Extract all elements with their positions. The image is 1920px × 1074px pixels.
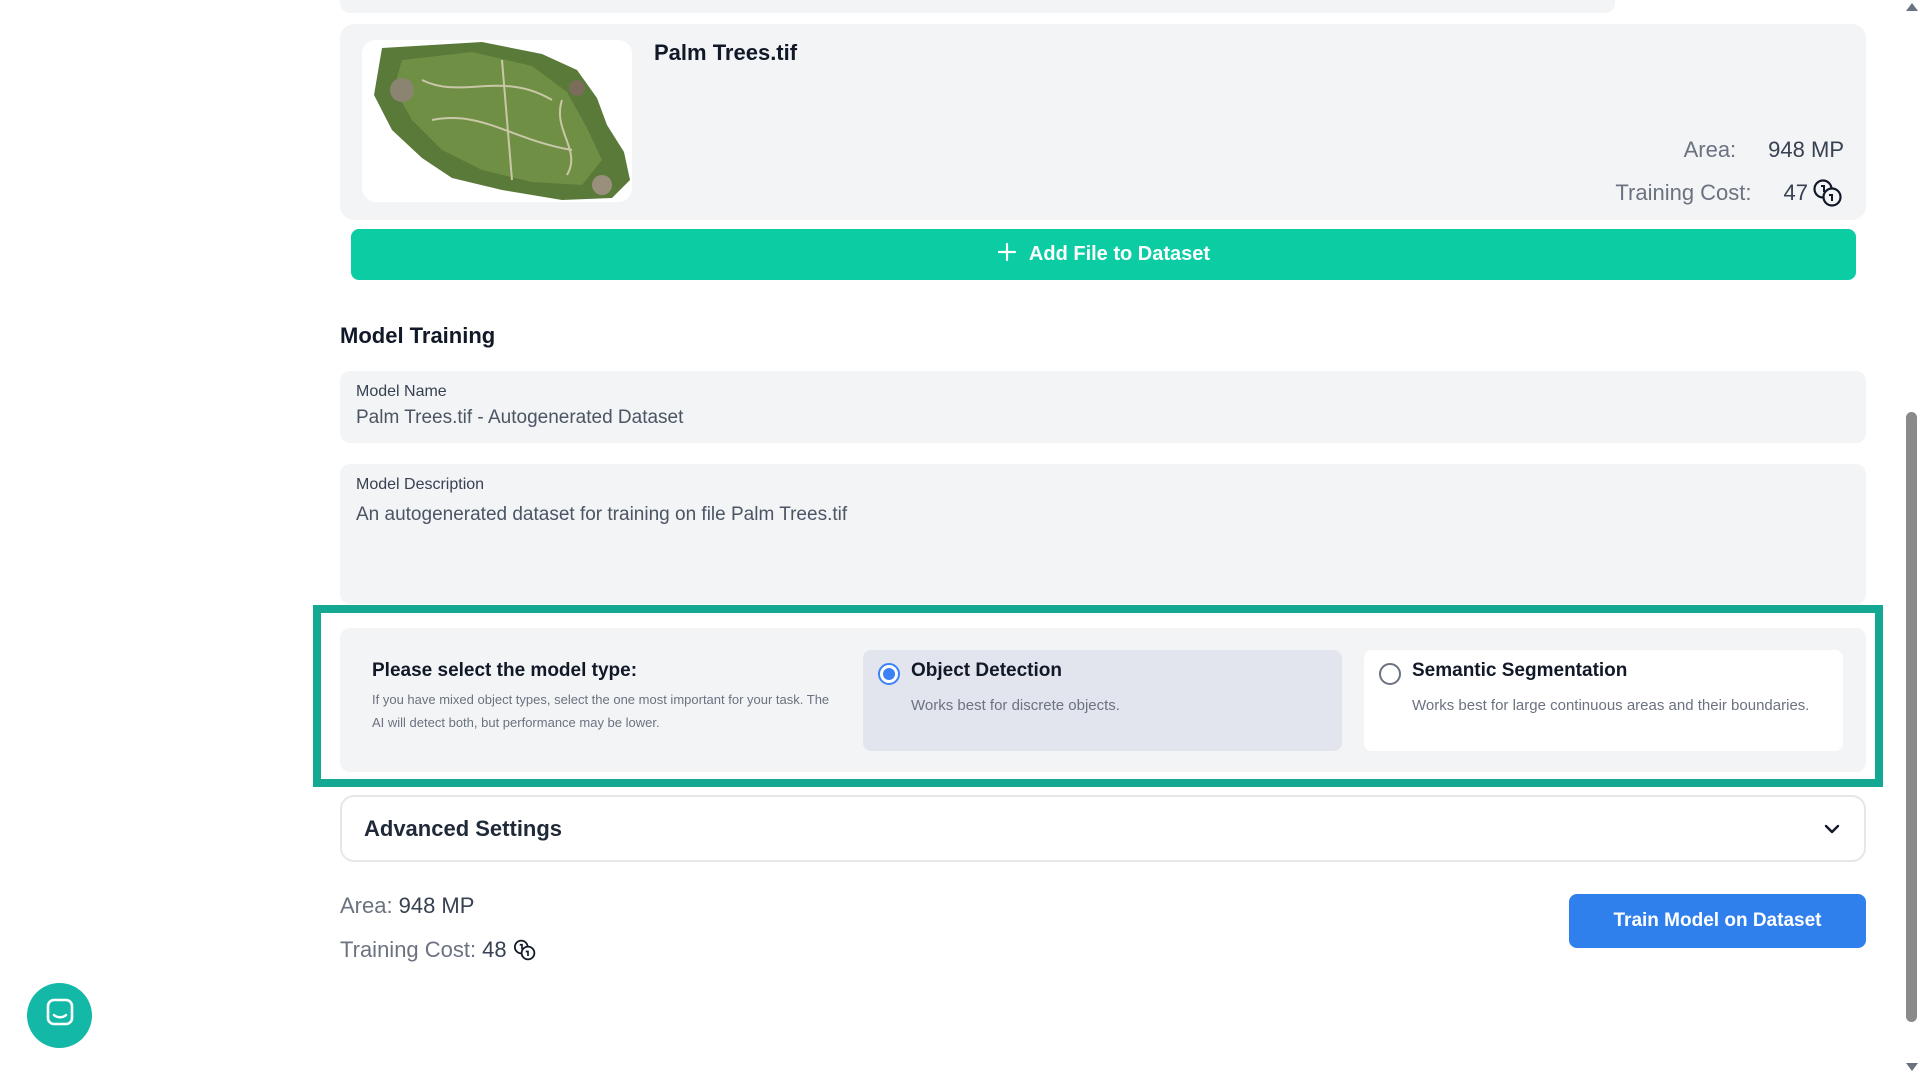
plus-icon [997, 242, 1017, 268]
advanced-settings-label: Advanced Settings [364, 815, 563, 841]
file-thumbnail [362, 40, 632, 202]
chevron-down-icon [1822, 819, 1842, 839]
summary-cost-row: Training Cost: 48 [340, 928, 537, 972]
training-summary: Area: 948 MP Training Cost: 48 [340, 884, 537, 972]
model-type-title: Please select the model type: [372, 660, 638, 681]
summary-cost-label: Training Cost: [340, 937, 477, 962]
train-model-button[interactable]: Train Model on Dataset [1569, 894, 1866, 948]
summary-cost-value: 48 [482, 937, 507, 962]
file-area-label: Area: [1683, 136, 1737, 162]
model-type-help: If you have mixed object types, select t… [372, 692, 830, 730]
add-file-to-dataset-button[interactable]: Add File to Dataset [351, 229, 1856, 280]
model-type-panel: Please select the model type: If you hav… [340, 628, 1866, 772]
option-semantic-segmentation[interactable]: Semantic Segmentation Works best for lar… [1364, 650, 1843, 751]
file-stats: Area: 948 MP Training Cost: 47 [1524, 128, 1844, 214]
coins-icon [513, 938, 537, 962]
summary-area-label: Area: [340, 893, 393, 918]
file-area-value: 948 MP [1768, 136, 1844, 162]
file-name: Palm Trees.tif [654, 40, 798, 65]
file-cost-row: Training Cost: 47 [1524, 171, 1844, 214]
model-type-prompt: Please select the model type: If you hav… [372, 660, 832, 734]
model-description-label: Model Description [356, 476, 485, 493]
model-description-field[interactable]: Model Description An autogenerated datas… [340, 464, 1866, 604]
summary-area-row: Area: 948 MP [340, 884, 537, 928]
scrollbar-thumb[interactable] [1906, 412, 1917, 1022]
model-description-input[interactable]: An autogenerated dataset for training on… [356, 504, 1850, 526]
file-cost-value: 47 [1783, 179, 1808, 205]
scroll-down-arrow-icon[interactable] [1906, 1063, 1918, 1071]
scrollbar[interactable] [1903, 0, 1920, 1074]
model-name-input[interactable]: Palm Trees.tif - Autogenerated Dataset [356, 407, 1850, 429]
option-object-detection[interactable]: Object Detection Works best for discrete… [863, 650, 1342, 751]
previous-file-card [340, 0, 1615, 13]
model-name-field[interactable]: Model Name Palm Trees.tif - Autogenerate… [340, 371, 1866, 443]
summary-area-value: 948 MP [398, 893, 475, 918]
advanced-settings-toggle[interactable]: Advanced Settings [340, 795, 1866, 862]
coins-icon [1812, 178, 1844, 208]
file-card: Palm Trees.tif Area: 948 MP Training Cos… [340, 24, 1866, 220]
option-object-detection-description: Works best for discrete objects. [911, 697, 1120, 714]
aerial-map-thumbnail [362, 40, 632, 202]
chat-icon [44, 997, 76, 1034]
file-cost-label: Training Cost: [1615, 179, 1752, 205]
option-semantic-segmentation-title: Semantic Segmentation [1412, 660, 1628, 681]
model-training-title: Model Training [340, 323, 496, 348]
model-name-label: Model Name [356, 383, 447, 400]
option-object-detection-title: Object Detection [911, 660, 1062, 681]
scroll-up-arrow-icon[interactable] [1906, 3, 1918, 11]
file-area-row: Area: 948 MP [1524, 128, 1844, 171]
chat-launcher-button[interactable] [27, 983, 92, 1048]
radio-object-detection[interactable] [878, 663, 900, 685]
radio-semantic-segmentation[interactable] [1379, 663, 1401, 685]
option-semantic-segmentation-description: Works best for large continuous areas an… [1412, 697, 1810, 714]
add-file-label: Add File to Dataset [1028, 243, 1211, 265]
